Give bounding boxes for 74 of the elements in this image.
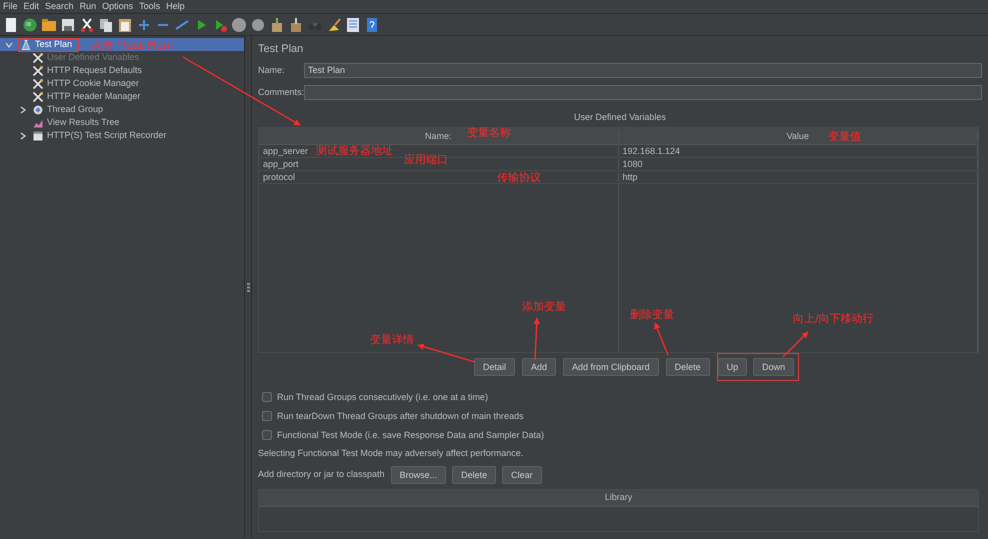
field-label: Name: xyxy=(258,65,286,76)
menu-item[interactable]: Options xyxy=(99,1,136,12)
menu-item[interactable]: File xyxy=(0,1,21,12)
classpath-label: Add directory or jar to classpath xyxy=(258,469,385,480)
copy-icon[interactable] xyxy=(98,16,114,32)
globe-icon[interactable] xyxy=(22,16,38,32)
wrench-icon xyxy=(32,64,44,76)
classpath-button[interactable]: Delete xyxy=(452,466,496,484)
annotation-arrow xyxy=(533,317,540,360)
help-icon[interactable] xyxy=(364,16,380,32)
table-cell: http xyxy=(618,172,978,182)
checkbox[interactable] xyxy=(262,392,272,402)
tree-item[interactable]: View Results Tree xyxy=(0,116,244,129)
field-label: Comments: xyxy=(258,87,304,98)
annotation-arrow xyxy=(782,332,808,358)
expand-icon[interactable] xyxy=(18,104,28,114)
comments-field[interactable] xyxy=(304,85,982,100)
cut-icon[interactable] xyxy=(79,16,95,32)
annotation-label: 变量详情 xyxy=(370,334,414,345)
tree-item[interactable]: HTTP(S) Test Script Recorder xyxy=(0,129,244,142)
column-header[interactable]: Library xyxy=(604,492,632,504)
checkbox-label: Run tearDown Thread Groups after shutdown of main threads xyxy=(277,410,524,422)
tree-item[interactable]: HTTP Header Manager xyxy=(0,90,244,103)
classpath-button[interactable]: Browse... xyxy=(390,466,446,484)
tree-item[interactable]: HTTP Cookie Manager xyxy=(0,77,244,90)
panel-title: Test Plan xyxy=(258,43,304,56)
table-button[interactable]: Delete xyxy=(666,358,710,376)
folder-icon[interactable] xyxy=(41,16,57,32)
menu-item[interactable]: Help xyxy=(163,1,188,12)
annotation-arrow xyxy=(417,344,476,363)
annotation-arrow xyxy=(654,322,669,356)
wrench-icon xyxy=(32,52,44,64)
table-button[interactable]: Detail xyxy=(474,358,516,376)
name-field[interactable]: Test Plan xyxy=(304,63,982,78)
tree-item[interactable]: Thread Group xyxy=(0,103,244,116)
table-cell: 192.168.1.124 xyxy=(618,146,978,156)
annotation-label: 添加变量 xyxy=(522,301,566,312)
paste-icon[interactable] xyxy=(117,16,133,32)
highlight-frame: Test Plan xyxy=(18,38,80,52)
table-button[interactable]: Add xyxy=(522,358,556,376)
expand-icon[interactable] xyxy=(18,130,28,140)
annotation-label: 测试服务器地址 xyxy=(316,145,393,156)
section-title: User Defined Variables xyxy=(573,112,667,123)
annotation-label: 传输协议 xyxy=(497,172,541,183)
annotation-label: 应用端口 xyxy=(404,154,448,165)
table-cell: 1080 xyxy=(618,158,978,170)
checkbox-label: Run Thread Groups consecutively (i.e. one at a time) xyxy=(277,392,488,402)
checkbox[interactable] xyxy=(262,430,272,440)
tree-item[interactable]: HTTP Request Defaults xyxy=(0,64,244,77)
new-file-icon[interactable] xyxy=(3,16,19,32)
menu-item[interactable]: Search xyxy=(42,1,77,12)
stop-icon[interactable] xyxy=(231,16,247,32)
classpath-button[interactable]: Clear xyxy=(502,466,542,484)
note-text: Selecting Functional Test Mode may adversely affect performance. xyxy=(258,448,524,459)
annotation-label: 变量值 xyxy=(828,131,861,142)
splitter-grip-icon[interactable] xyxy=(246,282,250,292)
annotation-label: 删除变量 xyxy=(630,309,674,320)
wrench-icon xyxy=(32,90,44,102)
annotation-label: 点击 "Test Plan" xyxy=(91,40,176,51)
annotation-label: 向上/向下移动行 xyxy=(793,313,874,324)
menu-item[interactable]: Run xyxy=(76,1,100,12)
wrench-icon xyxy=(32,78,44,90)
flask-icon xyxy=(20,38,32,50)
menu-item[interactable]: Edit xyxy=(20,1,42,12)
table-button[interactable]: Add from Clipboard xyxy=(563,358,659,376)
gear-icon xyxy=(32,104,44,116)
recorder-icon xyxy=(32,130,44,142)
table-button[interactable]: Up xyxy=(718,358,748,376)
checkbox-label: Functional Test Mode (i.e. save Response Data and Sampler Data) xyxy=(277,430,544,440)
table-button[interactable]: Down xyxy=(753,358,794,376)
list-icon[interactable] xyxy=(345,16,361,32)
checkbox[interactable] xyxy=(262,410,272,421)
save-icon[interactable] xyxy=(60,16,76,32)
menu-item[interactable]: Tools xyxy=(136,1,164,12)
